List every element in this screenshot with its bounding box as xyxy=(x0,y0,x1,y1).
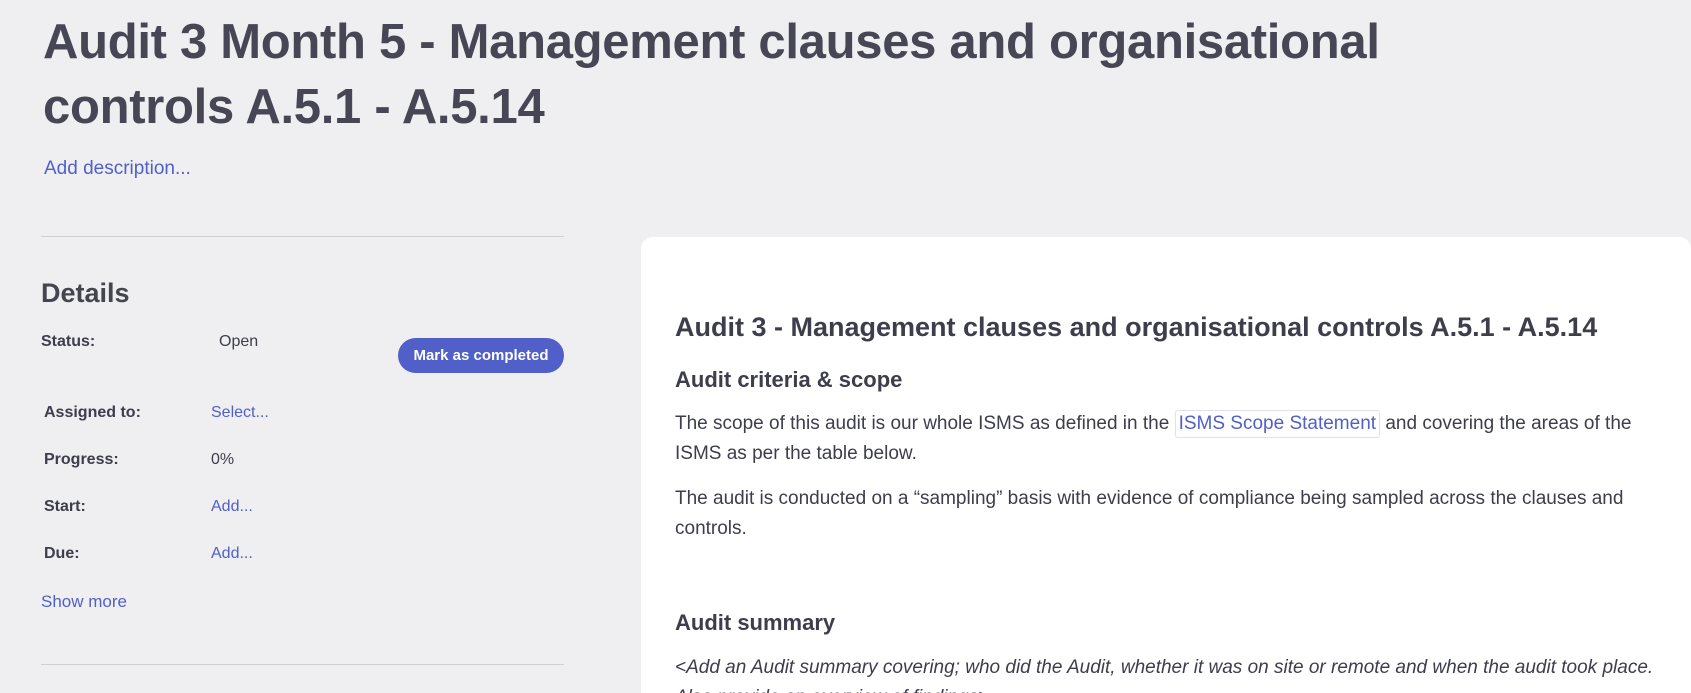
status-value: Open xyxy=(219,333,259,350)
assigned-to-label: Assigned to: xyxy=(44,404,141,421)
details-divider-top xyxy=(41,236,564,237)
progress-label: Progress: xyxy=(44,451,119,468)
audit-summary-heading: Audit summary xyxy=(675,610,836,635)
due-date-add[interactable]: Add... xyxy=(211,545,253,563)
details-heading: Details xyxy=(41,278,130,308)
page-title[interactable]: Audit 3 Month 5 - Management clauses and… xyxy=(43,10,1503,140)
status-label: Status: xyxy=(41,333,96,350)
document-title: Audit 3 - Management clauses and organis… xyxy=(675,312,1598,342)
start-date-add[interactable]: Add... xyxy=(211,498,253,516)
isms-scope-statement-link[interactable]: ISMS Scope Statement xyxy=(1174,410,1381,438)
start-label: Start: xyxy=(44,498,86,515)
progress-value: 0% xyxy=(211,451,235,468)
mark-as-completed-button[interactable]: Mark as completed xyxy=(398,338,564,373)
document-card: Audit 3 - Management clauses and organis… xyxy=(641,237,1691,693)
due-label: Due: xyxy=(44,545,80,562)
scope-text-before: The scope of this audit is our whole ISM… xyxy=(675,413,1175,434)
audit-page: Audit 3 Month 5 - Management clauses and… xyxy=(0,0,1691,693)
scope-paragraph: The scope of this audit is our whole ISM… xyxy=(675,409,1675,469)
assigned-to-select[interactable]: Select... xyxy=(211,404,269,422)
add-description-link[interactable]: Add description... xyxy=(44,158,191,180)
show-more-link[interactable]: Show more xyxy=(41,592,127,612)
sampling-paragraph: The audit is conducted on a “sampling” b… xyxy=(675,488,1624,539)
details-divider-bottom xyxy=(41,664,564,665)
audit-summary-placeholder[interactable]: <Add an Audit summary covering; who did … xyxy=(675,653,1675,693)
audit-criteria-heading: Audit criteria & scope xyxy=(675,367,903,392)
